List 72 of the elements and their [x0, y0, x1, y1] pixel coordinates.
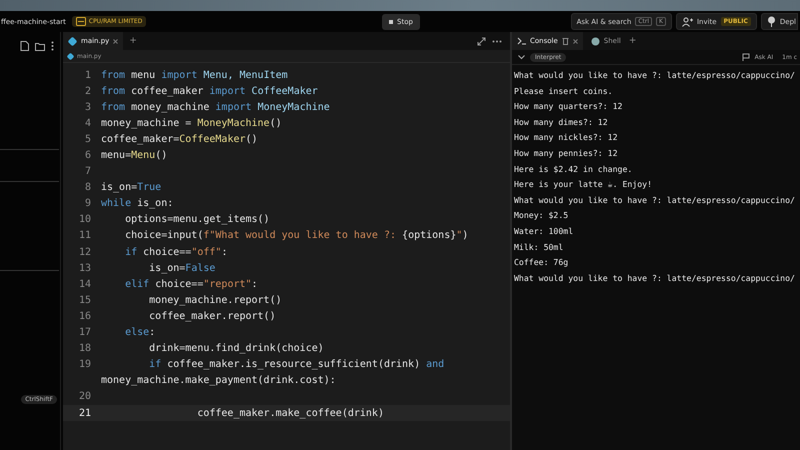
code-line: if choice=="off":	[124, 246, 228, 258]
code-line: money_machine.report()	[148, 294, 282, 306]
line-number: 4	[84, 118, 92, 129]
code-line: is_on=True	[101, 182, 162, 194]
code-line: if coffee_maker.is_resource_sufficient(drink) and	[148, 359, 444, 370]
line-number: 2	[84, 86, 92, 97]
line-number: 18	[78, 343, 92, 354]
console-output-line: How many dimes?: 12	[514, 116, 609, 129]
code-line: money_machine = MoneyMachine()	[101, 118, 282, 129]
line-number: 11	[78, 230, 92, 242]
code-line: from money_machine import MoneyMachine	[101, 102, 330, 113]
code-line: is_on=False	[148, 262, 216, 274]
console-output-line: Water: 100ml	[514, 224, 574, 238]
line-number: 1	[84, 70, 92, 81]
close-icon[interactable]	[572, 38, 578, 44]
console-output-line: Here is your latte ☕. Enjoy!	[514, 178, 654, 192]
code-line: options=menu.get_items()	[124, 214, 270, 226]
close-icon[interactable]	[113, 38, 118, 44]
chip-icon	[76, 17, 86, 26]
console-output-line: Coffee: 76g	[514, 256, 570, 270]
expand-icon[interactable]	[477, 36, 486, 46]
person-add-icon	[682, 16, 693, 26]
code-line: coffee_maker.make_coffee(drink)	[196, 408, 384, 419]
pin-icon	[766, 16, 776, 27]
line-number: 6	[84, 150, 92, 162]
line-number: 13	[78, 262, 92, 274]
new-folder-icon[interactable]	[35, 42, 45, 50]
code-line: else:	[124, 327, 156, 338]
chevron-down-icon[interactable]	[518, 54, 525, 60]
console-output-line: Please insert coins.	[514, 84, 614, 98]
console-output-line: How many quarters?: 12	[514, 100, 624, 114]
line-number: 5	[84, 134, 92, 145]
code-line: drink=menu.find_drink(choice)	[148, 343, 324, 354]
line-number: 17	[78, 327, 92, 338]
console-output-line: What would you like to have ?: latte/espresso/cappuccino/	[514, 194, 796, 207]
console-output-line: Milk: 50ml	[514, 240, 564, 254]
code-line: from coffee_maker import CoffeeMaker	[101, 86, 318, 97]
console-output-line: What would you like to have ?: latte/espresso/cappuccino/	[514, 69, 796, 82]
code-line: choice=input(f"What would you like to have ?: {options}")	[124, 230, 468, 242]
more-icon[interactable]	[492, 40, 502, 42]
code-line: elif choice=="report":	[124, 278, 258, 290]
line-number: 3	[84, 102, 92, 113]
line-number: 20	[78, 391, 92, 402]
line-number: 15	[78, 294, 92, 306]
code-line: while is_on:	[101, 198, 174, 210]
code-line: coffee_maker=CoffeeMaker()	[101, 134, 258, 145]
console-output-line: Here is $2.42 in change.	[514, 162, 634, 176]
console-output-line: What would you like to have ?: latte/espresso/cappuccino/	[514, 272, 796, 285]
console-output-line: How many nickles?: 12	[514, 131, 619, 144]
flag-icon	[742, 53, 750, 61]
prompt-icon	[517, 37, 526, 45]
console-output-line: How many pennies?: 12	[514, 146, 619, 160]
line-number: 14	[78, 278, 92, 290]
code-line: menu=Menu()	[101, 150, 168, 162]
add-tab-button[interactable]: +	[628, 36, 636, 46]
console-output-line: Money: $2.5	[514, 209, 570, 222]
trash-icon[interactable]	[562, 37, 569, 45]
line-number: 21	[78, 408, 92, 419]
code-line: from menu import Menu, MenuItem	[101, 70, 288, 81]
globe-icon	[590, 36, 600, 46]
new-file-icon[interactable]	[20, 41, 29, 51]
line-number: 8	[84, 182, 92, 194]
line-number: 7	[84, 166, 92, 178]
add-tab-button[interactable]: +	[129, 36, 137, 46]
code-line: money_machine.make_payment(drink.cost):	[101, 375, 336, 386]
line-number: 16	[78, 310, 92, 322]
line-number: 9	[84, 198, 92, 210]
more-icon[interactable]	[51, 41, 54, 51]
code-line: coffee_maker.report()	[148, 310, 276, 322]
line-number: 10	[78, 214, 92, 226]
line-number: 12	[78, 246, 92, 258]
line-number: 19	[78, 359, 92, 370]
